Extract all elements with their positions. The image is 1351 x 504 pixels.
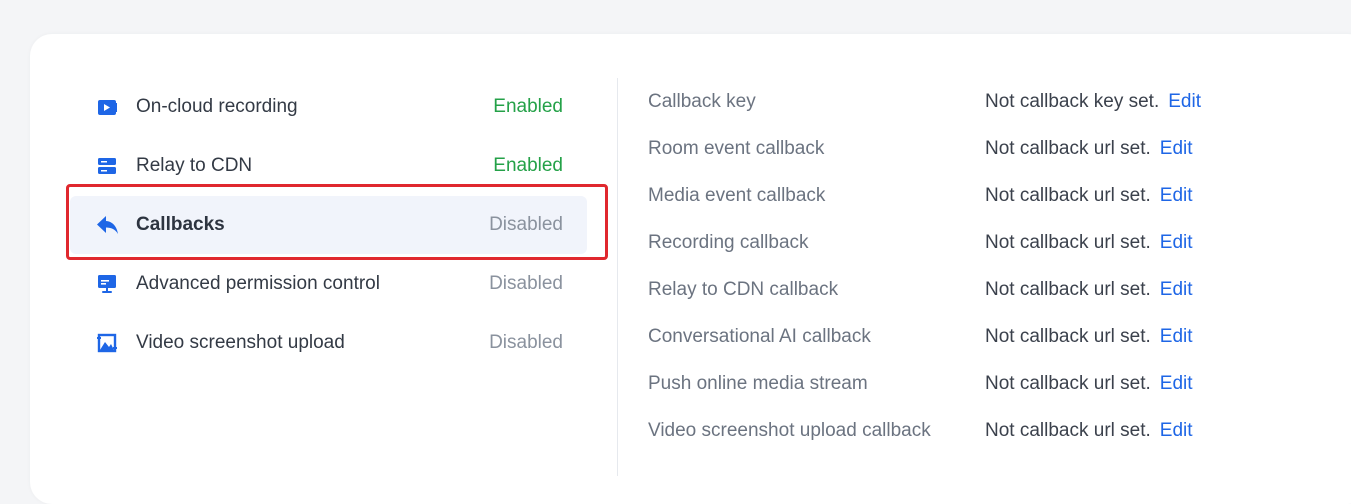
feature-status: Disabled	[489, 332, 563, 353]
reply-icon	[97, 215, 118, 235]
feature-status: Disabled	[489, 273, 563, 294]
callback-label: Conversational AI callback	[648, 326, 871, 347]
edit-link[interactable]: Edit	[1160, 185, 1193, 206]
edit-link[interactable]: Edit	[1160, 373, 1193, 394]
callback-row-conversational-ai: Conversational AI callback Not callback …	[648, 323, 1338, 353]
edit-link[interactable]: Edit	[1160, 279, 1193, 300]
feature-label: Video screenshot upload	[136, 332, 345, 353]
callback-row-recording: Recording callback Not callback url set.…	[648, 229, 1338, 259]
feature-item-advanced-permission-control[interactable]: Advanced permission control Disabled	[70, 255, 587, 313]
callback-label: Callback key	[648, 91, 756, 112]
callback-label: Video screenshot upload callback	[648, 420, 931, 441]
feature-label: Relay to CDN	[136, 155, 253, 176]
feature-status: Enabled	[493, 96, 563, 117]
callback-value: Not callback url set. Edit	[985, 419, 1193, 443]
callback-value: Not callback url set. Edit	[985, 278, 1193, 302]
callback-row-room-event: Room event callback Not callback url set…	[648, 135, 1338, 165]
server-icon	[97, 156, 117, 176]
callback-value-text: Not callback url set.	[985, 138, 1151, 159]
feature-item-video-screenshot-upload[interactable]: Video screenshot upload Disabled	[70, 314, 587, 372]
feature-item-callbacks[interactable]: Callbacks Disabled	[70, 196, 587, 254]
edit-link[interactable]: Edit	[1160, 138, 1193, 159]
edit-link[interactable]: Edit	[1160, 232, 1193, 253]
feature-item-relay-to-cdn[interactable]: Relay to CDN Enabled	[70, 137, 587, 195]
callback-value-text: Not callback url set.	[985, 420, 1151, 441]
feature-status: Disabled	[489, 214, 563, 235]
callback-value: Not callback key set. Edit	[985, 90, 1201, 114]
feature-label: On-cloud recording	[136, 96, 298, 117]
panel-divider	[617, 78, 618, 476]
monitor-icon	[97, 274, 117, 294]
callback-value: Not callback url set. Edit	[985, 231, 1193, 255]
video-icon	[97, 97, 117, 117]
callback-label: Media event callback	[648, 185, 826, 206]
callback-row-push-online-media-stream: Push online media stream Not callback ur…	[648, 370, 1338, 400]
callback-row-media-event: Media event callback Not callback url se…	[648, 182, 1338, 212]
callback-value-text: Not callback url set.	[985, 185, 1151, 206]
callback-value: Not callback url set. Edit	[985, 325, 1193, 349]
callback-value-text: Not callback url set.	[985, 326, 1151, 347]
feature-item-on-cloud-recording[interactable]: On-cloud recording Enabled	[70, 78, 587, 136]
callback-label: Relay to CDN callback	[648, 279, 839, 300]
callback-value: Not callback url set. Edit	[985, 372, 1193, 396]
edit-link[interactable]: Edit	[1160, 420, 1193, 441]
callback-label: Room event callback	[648, 138, 825, 159]
callback-value-text: Not callback url set.	[985, 279, 1151, 300]
callback-value-text: Not callback url set.	[985, 232, 1151, 253]
callback-row-callback-key: Callback key Not callback key set. Edit	[648, 88, 1338, 118]
callback-value-text: Not callback url set.	[985, 373, 1151, 394]
callback-label: Push online media stream	[648, 373, 868, 394]
edit-link[interactable]: Edit	[1168, 91, 1201, 112]
callback-value: Not callback url set. Edit	[985, 184, 1193, 208]
feature-label: Callbacks	[136, 214, 225, 235]
callback-row-video-screenshot-upload: Video screenshot upload callback Not cal…	[648, 417, 1338, 447]
feature-status: Enabled	[493, 155, 563, 176]
feature-label: Advanced permission control	[136, 273, 380, 294]
callback-row-relay-to-cdn: Relay to CDN callback Not callback url s…	[648, 276, 1338, 306]
callback-value: Not callback url set. Edit	[985, 137, 1193, 161]
callback-label: Recording callback	[648, 232, 809, 253]
callback-value-text: Not callback key set.	[985, 91, 1160, 112]
edit-link[interactable]: Edit	[1160, 326, 1193, 347]
image-icon	[97, 333, 117, 353]
